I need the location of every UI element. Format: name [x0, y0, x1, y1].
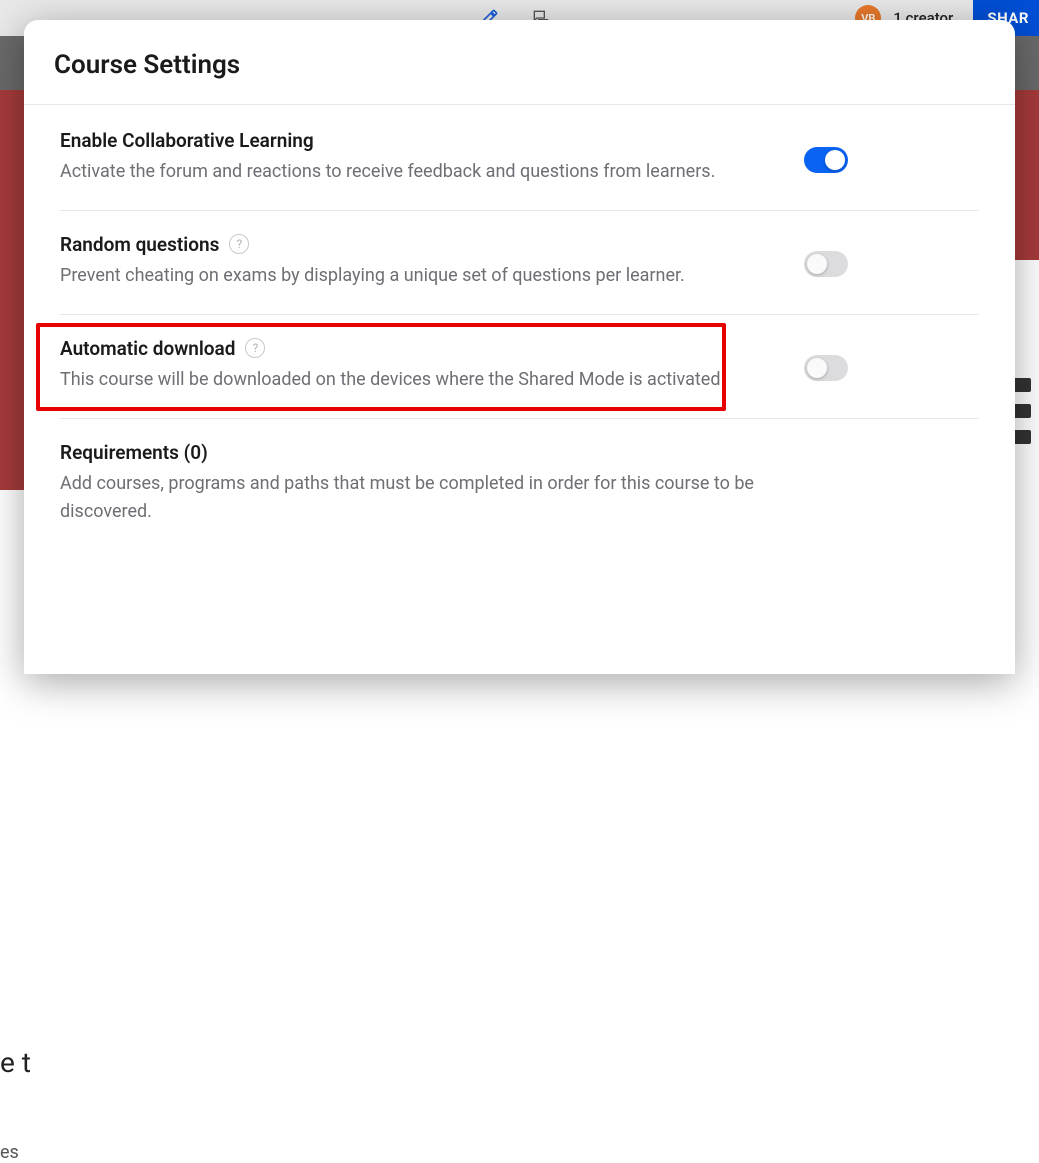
- modal-header: Course Settings: [24, 20, 1015, 105]
- setting-automatic-download: Automatic download ? This course will be…: [60, 315, 979, 419]
- setting-description: Prevent cheating on exams by displaying …: [60, 262, 780, 290]
- setting-title: Enable Collaborative Learning: [60, 129, 780, 152]
- toggle-knob: [807, 254, 827, 274]
- setting-requirements: Requirements (0) Add courses, programs a…: [60, 419, 979, 566]
- toggle-knob: [825, 150, 845, 170]
- setting-description: Add courses, programs and paths that mus…: [60, 470, 780, 526]
- setting-title: Requirements (0): [60, 441, 780, 464]
- setting-title-label: Requirements (0): [60, 441, 208, 464]
- setting-text: Automatic download ? This course will be…: [60, 337, 780, 394]
- setting-title-label: Random questions: [60, 233, 219, 256]
- setting-description: Activate the forum and reactions to rece…: [60, 158, 780, 186]
- setting-text: Random questions ? Prevent cheating on e…: [60, 233, 780, 290]
- modal-title: Course Settings: [54, 50, 985, 80]
- setting-title: Random questions ?: [60, 233, 780, 256]
- background-partial-text-1: e t: [0, 1046, 31, 1079]
- collaborative-learning-toggle[interactable]: [804, 147, 848, 173]
- automatic-download-toggle[interactable]: [804, 355, 848, 381]
- course-settings-modal: Course Settings Enable Collaborative Lea…: [24, 20, 1015, 674]
- help-icon[interactable]: ?: [245, 338, 265, 358]
- setting-text: Requirements (0) Add courses, programs a…: [60, 441, 780, 526]
- modal-body[interactable]: Enable Collaborative Learning Activate t…: [24, 105, 1015, 674]
- background-partial-text-2: es: [0, 1142, 19, 1163]
- toggle-knob: [807, 358, 827, 378]
- setting-description: This course will be downloaded on the de…: [60, 366, 780, 394]
- setting-title-label: Automatic download: [60, 337, 235, 360]
- setting-title-label: Enable Collaborative Learning: [60, 129, 314, 152]
- setting-text: Enable Collaborative Learning Activate t…: [60, 129, 780, 186]
- random-questions-toggle[interactable]: [804, 251, 848, 277]
- help-icon[interactable]: ?: [229, 234, 249, 254]
- setting-collaborative-learning: Enable Collaborative Learning Activate t…: [60, 105, 979, 211]
- setting-title: Automatic download ?: [60, 337, 780, 360]
- setting-random-questions: Random questions ? Prevent cheating on e…: [60, 211, 979, 315]
